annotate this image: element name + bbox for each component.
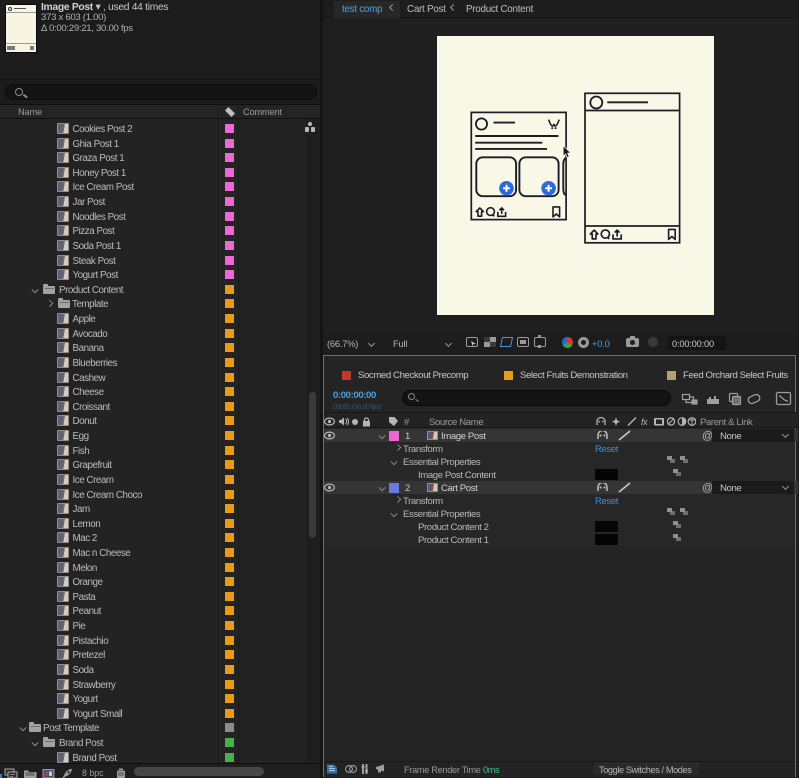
svg-text:fx: fx [641, 417, 648, 427]
